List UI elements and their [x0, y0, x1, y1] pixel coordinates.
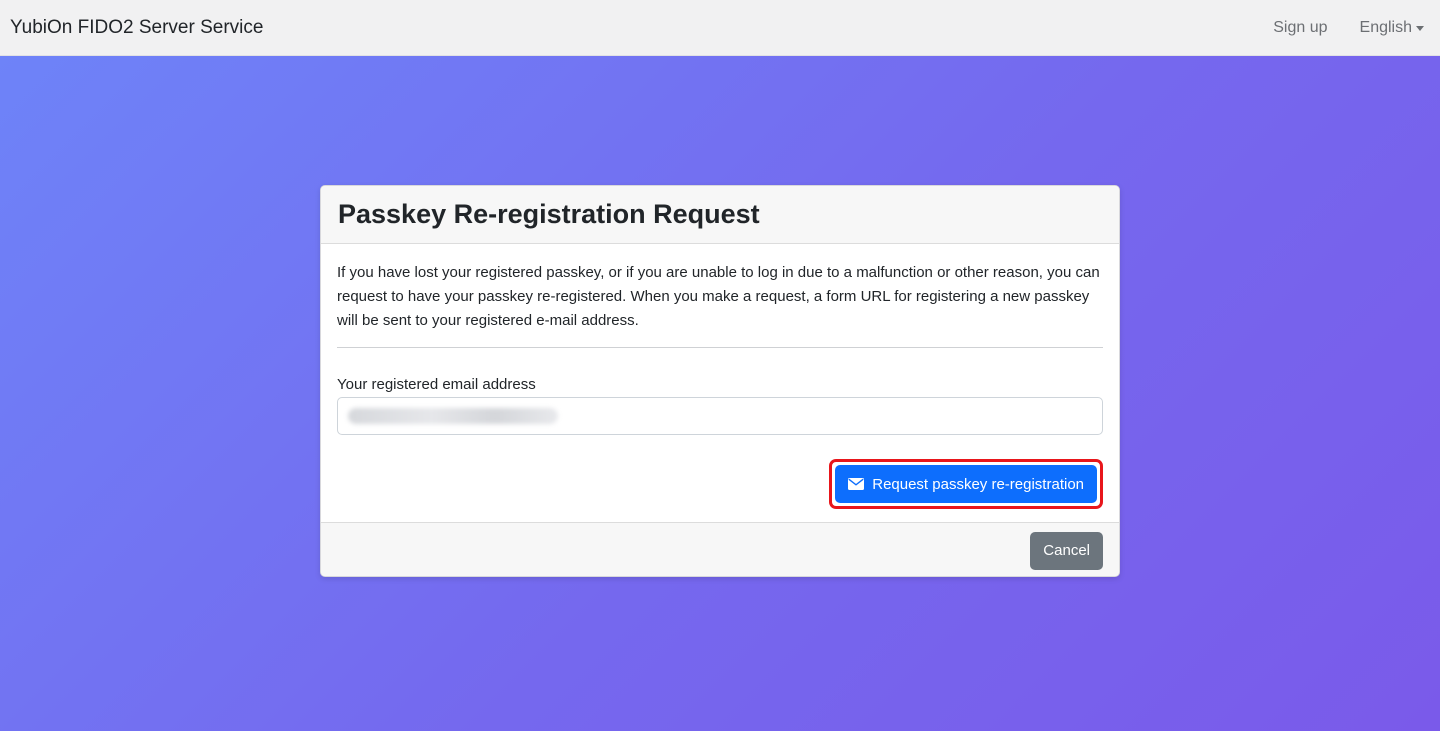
- navbar-right: Sign up English: [1273, 19, 1430, 37]
- request-button-row: Request passkey re-registration: [337, 459, 1103, 509]
- cancel-button[interactable]: Cancel: [1030, 531, 1103, 570]
- signup-link[interactable]: Sign up: [1273, 19, 1327, 37]
- card-footer: Cancel: [321, 522, 1119, 576]
- email-label: Your registered email address: [337, 376, 536, 393]
- language-label: English: [1359, 18, 1412, 36]
- reregistration-card: Passkey Re-registration Request If you h…: [320, 185, 1120, 577]
- email-field[interactable]: [337, 397, 1103, 435]
- description-text: If you have lost your registered passkey…: [337, 264, 1100, 329]
- top-navbar: YubiOn FIDO2 Server Service Sign up Engl…: [0, 0, 1440, 56]
- request-reregistration-button[interactable]: Request passkey re-registration: [835, 465, 1097, 503]
- highlight-box: Request passkey re-registration: [829, 459, 1103, 509]
- envelope-icon: [848, 478, 865, 490]
- brand-link[interactable]: YubiOn FIDO2 Server Service: [10, 17, 263, 39]
- request-button-label: Request passkey re-registration: [872, 475, 1084, 493]
- redacted-email-value: [348, 408, 558, 424]
- caret-down-icon: [1416, 26, 1424, 31]
- divider: [337, 347, 1103, 348]
- page-title: Passkey Re-registration Request: [338, 199, 760, 229]
- card-header: Passkey Re-registration Request: [321, 186, 1119, 244]
- card-body: If you have lost your registered passkey…: [321, 244, 1119, 522]
- language-dropdown[interactable]: English: [1360, 19, 1424, 37]
